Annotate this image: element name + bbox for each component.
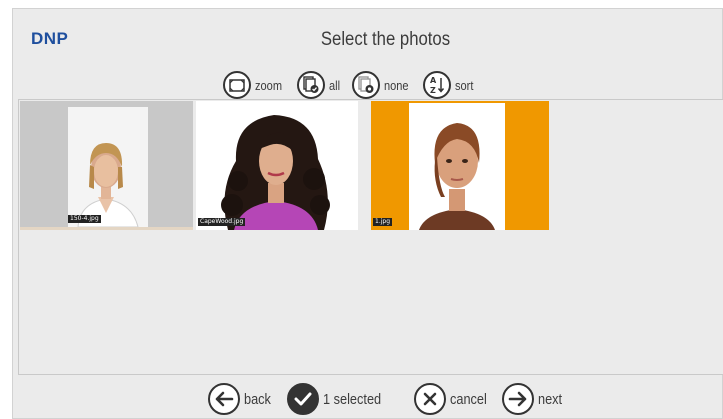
portrait-woman-curly-hair [221, 115, 330, 230]
sort-button[interactable]: A Z sort [422, 71, 477, 99]
select-all-button[interactable]: all [296, 71, 342, 99]
next-label: next [538, 390, 563, 408]
select-none-button[interactable]: none [351, 71, 413, 99]
svg-text:Z: Z [430, 86, 436, 95]
sort-label: sort [454, 77, 474, 93]
selected-count-label: 1 selected [322, 390, 381, 408]
dnp-logo: DNP [31, 29, 69, 48]
selected-indicator: 1 selected [286, 383, 391, 415]
zoom-label: zoom [255, 77, 283, 93]
next-button[interactable]: next [502, 383, 566, 415]
app-window: DNP Select the photos zoom all none A Z … [12, 8, 723, 419]
all-label: all [328, 77, 340, 93]
portrait-woman-business [68, 107, 148, 227]
photo-filename: 1.jpg [373, 218, 393, 226]
back-label: back [244, 390, 271, 408]
photo-grid: 150-4.jpg CapeWood.jpg 1.jpg [18, 99, 723, 375]
select-none-icon [351, 71, 380, 99]
bottom-navigation: back 1 selected cancel next [208, 380, 567, 418]
svg-text:A: A [430, 76, 437, 85]
zoom-icon [223, 71, 251, 99]
none-label: none [383, 77, 409, 93]
back-button[interactable]: back [208, 383, 276, 415]
arrow-left-icon [208, 383, 240, 415]
sort-icon: A Z [422, 71, 451, 99]
checkmark-icon [286, 383, 319, 415]
photo-thumbnail-selected[interactable]: 1.jpg [371, 101, 549, 230]
photo-toolbar: zoom all none A Z sort [223, 70, 476, 100]
photo-filename: CapeWood.jpg [198, 218, 246, 226]
page-title: Select the photos [320, 29, 451, 50]
close-icon [414, 383, 447, 415]
portrait-woman-id [409, 103, 505, 230]
arrow-right-icon [502, 383, 535, 415]
zoom-button[interactable]: zoom [223, 71, 287, 99]
cancel-label: cancel [450, 390, 487, 408]
cancel-button[interactable]: cancel [414, 383, 493, 415]
photo-thumbnail[interactable]: 150-4.jpg [20, 101, 193, 230]
select-all-icon [296, 71, 325, 99]
photo-thumbnail[interactable]: CapeWood.jpg [196, 101, 358, 230]
photo-filename: 150-4.jpg [68, 215, 101, 223]
